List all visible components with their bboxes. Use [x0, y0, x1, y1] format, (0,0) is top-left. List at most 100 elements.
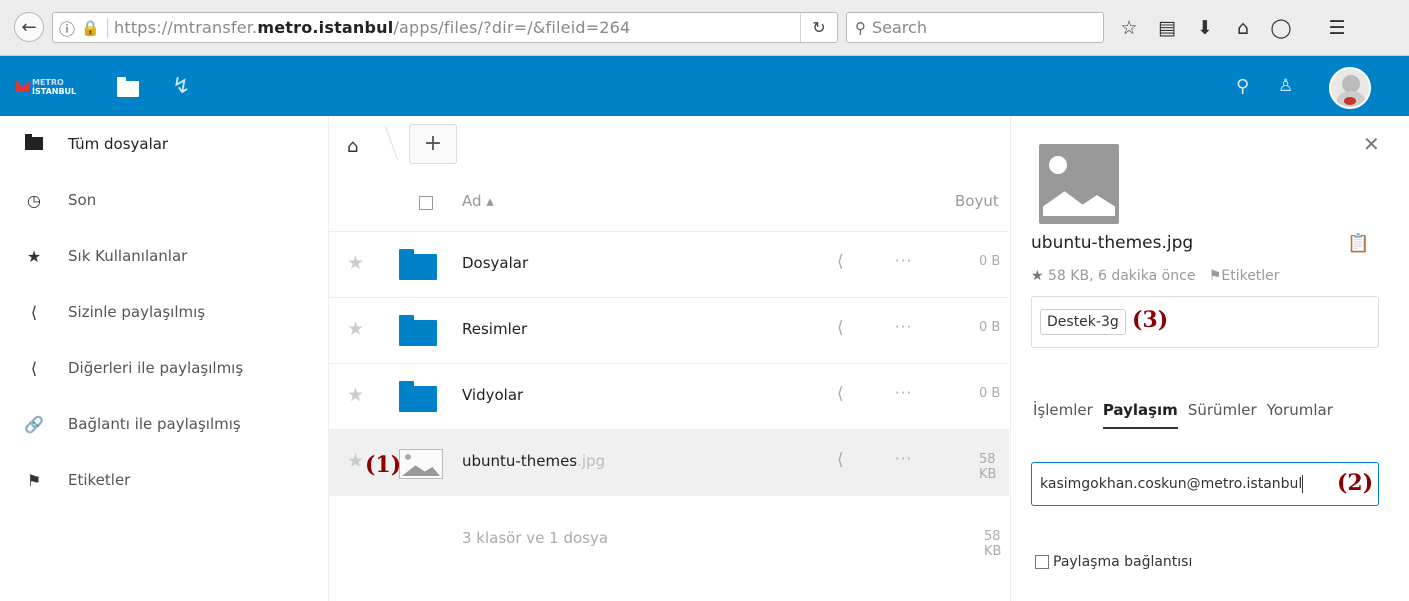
url-path: /apps/files/?dir=/&fileid=264: [393, 18, 631, 37]
file-name[interactable]: Resimler: [462, 320, 527, 338]
clock-icon: ◷: [27, 190, 41, 210]
activity-app-icon[interactable]: ↯: [172, 74, 190, 99]
share-with-input[interactable]: kasimgokhan.coskun@metro.istanbul: [1031, 462, 1379, 506]
details-meta: ★ 58 KB, 6 dakika önce ⚑Etiketler: [1031, 268, 1280, 284]
browser-search-input[interactable]: ⚲ Search: [846, 12, 1104, 43]
url-prefix: https://mtransfer.: [114, 18, 258, 37]
file-name[interactable]: Vidyolar: [462, 386, 523, 404]
home-icon[interactable]: ⌂: [1224, 14, 1262, 42]
image-preview: [1039, 144, 1119, 224]
search-placeholder: Search: [872, 18, 927, 37]
file-summary: 3 klasör ve 1 dosya: [462, 529, 609, 547]
metro-istanbul-logo[interactable]: METRO İSTANBUL: [16, 78, 100, 96]
sort-by-size[interactable]: Boyut: [955, 192, 999, 210]
sidebar: Tüm dosyalar ◷ Son ★ Sık Kullanılanlar ⟨…: [0, 116, 329, 601]
avatar[interactable]: [1329, 67, 1371, 109]
info-icon[interactable]: ⓘ: [53, 16, 81, 40]
back-arrow-icon[interactable]: ←: [14, 12, 44, 42]
tag-chip[interactable]: Destek-3g: [1040, 309, 1126, 335]
search-icon[interactable]: ⚲: [1236, 76, 1249, 97]
more-actions-icon[interactable]: ···: [895, 384, 912, 402]
more-actions-icon[interactable]: ···: [895, 252, 912, 270]
hamburger-menu-icon[interactable]: ☰: [1318, 14, 1356, 42]
file-size: 58 KB: [979, 452, 997, 482]
home-icon[interactable]: ⌂: [347, 136, 358, 157]
share-icon: ⟨: [30, 302, 38, 322]
logo-mark: [16, 80, 30, 92]
tag-icon: ⚑: [26, 470, 42, 490]
table-row[interactable]: ★ Dosyalar ⟨ ··· 0 B: [329, 232, 1009, 298]
file-extension: .jpg: [577, 452, 606, 470]
select-all-checkbox[interactable]: [419, 196, 433, 210]
annotation-1: (1): [365, 452, 402, 478]
share-icon[interactable]: ⟨: [837, 384, 844, 404]
breadcrumb-separator: [364, 126, 399, 160]
logo-line1: METRO: [32, 78, 64, 87]
download-icon[interactable]: ⬇: [1186, 14, 1224, 42]
annotation-2: (2): [1337, 470, 1374, 496]
text-caret: [1302, 475, 1304, 493]
tab-actions[interactable]: İşlemler: [1033, 401, 1093, 429]
sort-by-name[interactable]: Ad ▴: [462, 192, 494, 210]
sidebar-item-label: Bağlantı ile paylaşılmış: [68, 415, 241, 433]
file-size: 0 B: [979, 254, 1001, 269]
sidebar-item-label: Etiketler: [68, 471, 131, 489]
tags-input[interactable]: Destek-3g (3): [1031, 296, 1379, 348]
add-button[interactable]: +: [409, 124, 457, 164]
table-row-selected[interactable]: ★ ubuntu-themes.jpg ⟨ ··· 58 KB: [329, 430, 1009, 496]
lock-icon: 🔒: [81, 18, 100, 37]
more-actions-icon[interactable]: ···: [895, 318, 912, 336]
favorite-star-icon[interactable]: ★: [347, 384, 364, 406]
favorite-star-icon[interactable]: ★: [347, 252, 364, 274]
sidebar-item-tags[interactable]: ⚑ Etiketler: [0, 452, 327, 508]
tab-sharing[interactable]: Paylaşım: [1102, 401, 1178, 429]
sidebar-item-shared-with-others[interactable]: ⟨ Diğerleri ile paylaşılmış: [0, 340, 327, 396]
file-name[interactable]: Dosyalar: [462, 254, 528, 272]
more-actions-icon[interactable]: ···: [895, 450, 912, 468]
link-share-checkbox[interactable]: [1035, 555, 1049, 569]
table-row[interactable]: ★ Vidyolar ⟨ ··· 0 B: [329, 364, 1009, 430]
col-name-label: Ad: [462, 192, 482, 210]
sidebar-item-recent[interactable]: ◷ Son: [0, 172, 327, 228]
file-name[interactable]: ubuntu-themes.jpg: [462, 452, 605, 470]
sidebar-item-label: Sık Kullanılanlar: [68, 247, 188, 265]
favorite-star-icon[interactable]: ★: [1031, 268, 1044, 284]
folder-icon: [399, 381, 437, 412]
avatar-detail: [1344, 97, 1356, 105]
tags-link[interactable]: Etiketler: [1221, 268, 1279, 284]
close-icon[interactable]: ✕: [1363, 132, 1380, 156]
share-icon[interactable]: ⟨: [837, 252, 844, 272]
browser-toolbar: ← ⓘ 🔒 https://mtransfer.metro.istanbul/a…: [0, 0, 1409, 56]
image-thumbnail-icon: [399, 449, 443, 479]
favorite-star-icon[interactable]: ★: [347, 318, 364, 340]
files-app-icon[interactable]: [117, 77, 139, 97]
url-text[interactable]: https://mtransfer.metro.istanbul/apps/fi…: [114, 18, 800, 37]
details-sidebar: ✕ ubuntu-themes.jpg 📋 ★ 58 KB, 6 dakika …: [1010, 116, 1409, 601]
reading-list-icon[interactable]: ▤: [1148, 14, 1186, 42]
pocket-icon[interactable]: ◯: [1262, 14, 1300, 42]
folder-icon: [0, 133, 68, 154]
share-icon[interactable]: ⟨: [837, 450, 844, 470]
table-row[interactable]: ★ Resimler ⟨ ··· 0 B: [329, 298, 1009, 364]
share-icon: ⟨: [30, 358, 38, 378]
bookmark-star-icon[interactable]: ☆: [1110, 14, 1148, 42]
sidebar-item-shared-by-link[interactable]: 🔗 Bağlantı ile paylaşılmış: [0, 396, 327, 452]
file-size: 0 B: [979, 386, 1001, 401]
address-bar[interactable]: ⓘ 🔒 https://mtransfer.metro.istanbul/app…: [52, 12, 838, 43]
sidebar-item-label: Diğerleri ile paylaşılmış: [68, 359, 244, 377]
sidebar-item-favorites[interactable]: ★ Sık Kullanılanlar: [0, 228, 327, 284]
tab-versions[interactable]: Sürümler: [1188, 401, 1257, 429]
browser-toolbar-icons: ☆ ▤ ⬇ ⌂ ◯ ☰: [1110, 14, 1356, 42]
link-share-option[interactable]: Paylaşma bağlantısı: [1035, 554, 1192, 570]
share-icon[interactable]: ⟨: [837, 318, 844, 338]
sidebar-item-shared-with-you[interactable]: ⟨ Sizinle paylaşılmış: [0, 284, 327, 340]
annotation-3: (3): [1132, 307, 1169, 333]
search-icon: ⚲: [855, 18, 866, 37]
favorite-star-icon[interactable]: ★: [347, 450, 364, 472]
clipboard-icon[interactable]: 📋: [1347, 233, 1369, 254]
contacts-icon[interactable]: ♙: [1278, 76, 1293, 96]
link-icon: 🔗: [24, 414, 44, 434]
sidebar-item-all-files[interactable]: Tüm dosyalar: [0, 116, 327, 172]
tab-comments[interactable]: Yorumlar: [1267, 401, 1333, 429]
reload-icon[interactable]: ↻: [800, 13, 837, 42]
